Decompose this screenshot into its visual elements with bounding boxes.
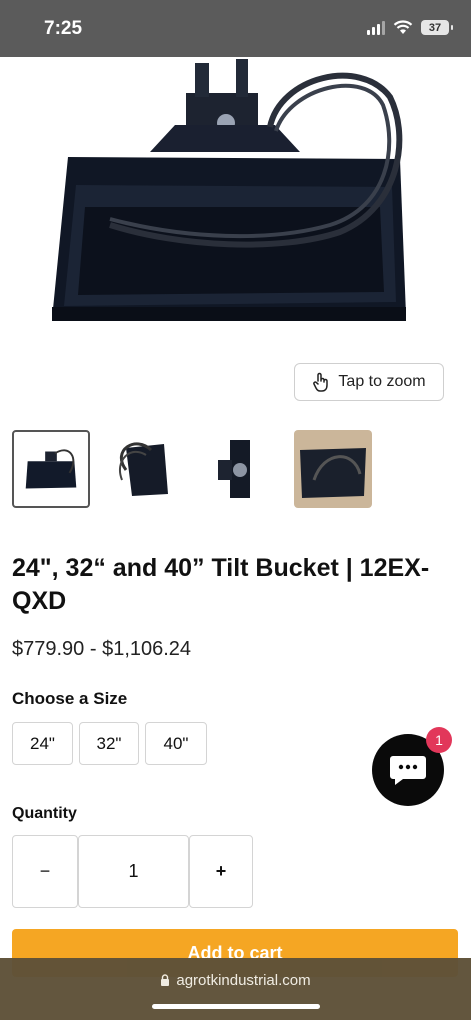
quantity-input[interactable]: 1 [78, 835, 189, 908]
size-label: Choose a Size [12, 689, 128, 708]
size-option-32[interactable]: 32" [79, 722, 139, 765]
increment-button[interactable]: + [189, 835, 253, 908]
status-time: 7:25 [44, 18, 83, 39]
hand-pointer-icon [313, 372, 329, 392]
url-row[interactable]: agrotkindustrial.com [0, 972, 471, 990]
tap-to-zoom-label: Tap to zoom [338, 373, 426, 390]
quantity-stepper: − 1 + [12, 835, 253, 908]
thumbnail-4[interactable] [294, 430, 372, 508]
chat-bubble-icon [390, 756, 426, 785]
tap-to-zoom-button[interactable]: Tap to zoom [294, 363, 444, 401]
thumbnail-3[interactable] [200, 430, 278, 508]
product-main-image[interactable] [0, 57, 471, 347]
size-option-24[interactable]: 24" [12, 722, 73, 765]
url-text: agrotkindustrial.com [176, 972, 311, 989]
signal-icon [367, 20, 385, 35]
battery-icon: 37 [421, 20, 453, 35]
thumbnail-strip [12, 430, 372, 508]
price-range: $779.90 - $1,106.24 [12, 638, 192, 660]
decrement-button[interactable]: − [12, 835, 78, 908]
thumbnail-1[interactable] [12, 430, 90, 508]
size-option-40[interactable]: 40" [145, 722, 207, 765]
thumbnail-2[interactable] [106, 430, 184, 508]
status-icons: 37 [367, 20, 453, 35]
quantity-label: Quantity [12, 805, 77, 822]
wifi-icon [393, 20, 413, 34]
lock-icon [160, 973, 170, 990]
status-bar: 7:25 37 [0, 0, 471, 57]
product-title: 24", 32“ and 40” Tilt Bucket | 12EX-QXD [12, 554, 430, 615]
chat-notification-badge: 1 [426, 727, 452, 753]
browser-address-bar: agrotkindustrial.com [0, 958, 471, 1020]
size-options: 24" 32" 40" [12, 722, 207, 765]
home-indicator [152, 1004, 320, 1009]
